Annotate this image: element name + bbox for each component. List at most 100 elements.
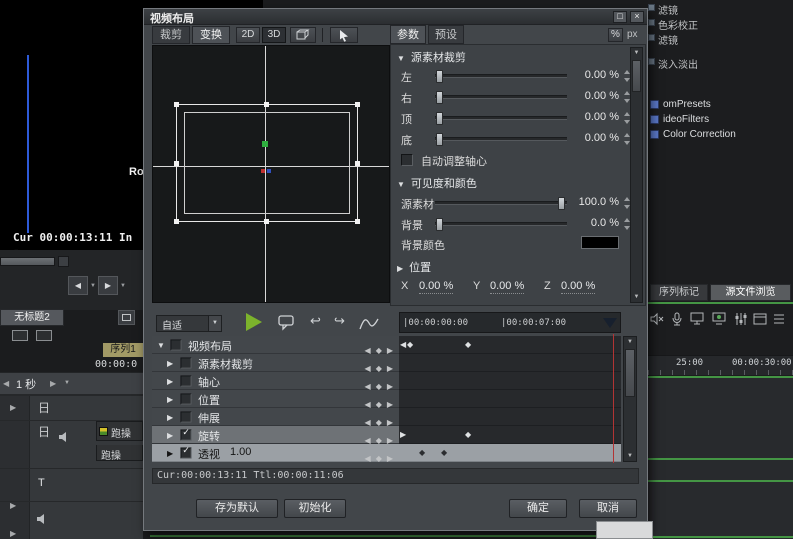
mixer-icon[interactable] <box>734 312 750 328</box>
handle[interactable] <box>174 102 179 107</box>
unit-percent-button[interactable]: % <box>608 28 623 42</box>
keyframe-icon[interactable]: ◀ <box>400 340 406 349</box>
speaker-icon[interactable] <box>58 429 70 447</box>
row-checkbox[interactable] <box>180 393 192 405</box>
expander-icon[interactable]: ▶ <box>167 431 173 440</box>
expander-icon[interactable]: ▶ <box>167 449 173 458</box>
scrollbar-thumb[interactable] <box>625 349 635 397</box>
section-position[interactable]: ▶ 位置 <box>397 259 431 275</box>
undo-button[interactable]: ↩ <box>310 313 321 329</box>
timescale-row[interactable]: ◀ 1 秒 ▶ ▼ <box>0 373 143 395</box>
rows-scrollbar[interactable]: ▼ ▼ <box>623 336 637 462</box>
row-checkbox[interactable] <box>180 375 192 387</box>
close-button[interactable]: × <box>630 11 644 23</box>
effect-item[interactable]: 色彩校正 <box>658 17 698 32</box>
timescale-plus-icon[interactable]: ▶ <box>50 379 56 388</box>
slider-value[interactable]: 0.00 % <box>559 111 619 123</box>
maximize-button[interactable]: □ <box>613 11 627 23</box>
bg-color-swatch[interactable] <box>581 236 619 249</box>
list-icon[interactable] <box>772 312 788 328</box>
video-track-label[interactable]: 日 <box>38 423 50 440</box>
slider-value[interactable]: 0.0 % <box>559 217 619 229</box>
step-back-dropdown-icon[interactable]: ▼ <box>90 283 96 289</box>
keyframe-icon[interactable]: ◆ <box>407 340 413 349</box>
step-back-button[interactable]: ◀ <box>68 276 88 295</box>
tab-source-browser[interactable]: 源文件浏览 <box>710 284 791 301</box>
handle[interactable] <box>355 219 360 224</box>
crop-top-slider[interactable] <box>435 112 567 125</box>
tree-item[interactable]: Color Correction <box>663 129 736 140</box>
monitor-active-icon[interactable] <box>712 312 728 328</box>
axis-value[interactable]: 0.00 % <box>419 280 454 294</box>
collapse-icon[interactable]: ▼ <box>397 180 405 189</box>
slider-value[interactable]: 0.00 % <box>559 90 619 102</box>
panel-button[interactable] <box>118 310 135 325</box>
section-source-crop[interactable]: ▼ 源素材裁剪 <box>397 49 466 65</box>
video-track-label[interactable]: 日 <box>38 399 50 416</box>
keyframe-ruler[interactable]: |00:00:00:00 |00:00:07:00 <box>399 312 621 333</box>
speaker-mute-icon[interactable] <box>650 312 666 328</box>
tab-presets[interactable]: 预设 <box>428 25 464 44</box>
microphone-icon[interactable] <box>670 312 686 328</box>
keyframe-track[interactable]: ◆ ◆ <box>399 444 621 462</box>
unit-pixel-button[interactable]: px <box>627 29 638 40</box>
axis-value[interactable]: 0.00 % <box>561 280 596 294</box>
scroll-down-icon[interactable]: ▼ <box>624 453 636 459</box>
panel-icon[interactable] <box>753 312 769 328</box>
curve-editor-button[interactable] <box>359 316 379 336</box>
tab-sequence-marker[interactable]: 序列标记 <box>650 284 708 301</box>
keyframe-track[interactable] <box>399 408 621 426</box>
ok-button[interactable]: 确定 <box>509 499 567 518</box>
row-checkbox[interactable] <box>170 339 182 351</box>
sequence-label[interactable]: 序列1 <box>103 343 143 357</box>
keyframe-icon[interactable]: ◆ <box>465 340 471 349</box>
tree-item[interactable]: omPresets <box>663 99 711 110</box>
keyframe-icon[interactable]: ▶ <box>400 430 406 439</box>
expander-icon[interactable]: ▶ <box>167 359 173 368</box>
monitor-mode2-icon[interactable] <box>36 330 52 341</box>
timeline-clip[interactable]: 跑操 <box>96 445 143 462</box>
track-expand-icon[interactable]: ▶ <box>10 529 16 538</box>
mode-3d-button[interactable]: 3D <box>262 27 286 43</box>
select-cursor-button[interactable] <box>330 27 358 43</box>
sequence-tab-untitled2[interactable]: 无标题2 <box>0 309 64 326</box>
effect-item[interactable]: 淡入淡出 <box>658 56 698 71</box>
crop-bottom-slider[interactable] <box>435 133 567 146</box>
crop-inner-rect[interactable] <box>184 112 350 214</box>
keyframe-icon[interactable]: ◆ <box>441 448 447 457</box>
zoom-dropdown-icon[interactable]: ▼ <box>208 316 221 331</box>
scroll-down-icon[interactable]: ▼ <box>631 294 642 300</box>
tab-transform[interactable]: 变换 <box>192 26 230 44</box>
keyframe-track[interactable]: ◀ ◆ ◆ <box>399 336 621 354</box>
row-label-area[interactable]: ▶ 位置 ◀ ◆ ▶ <box>152 390 399 409</box>
row-value[interactable]: 1.00 <box>230 446 251 458</box>
handle[interactable] <box>264 102 269 107</box>
dialog-title-bar[interactable]: 视频布局 □ × <box>144 9 647 25</box>
keyframe-track[interactable] <box>399 390 621 408</box>
anchor-handle[interactable] <box>262 141 268 147</box>
next-keyframe-button[interactable]: ▶ <box>387 454 393 463</box>
row-label-area[interactable]: ▶ 伸展 ◀ ◆ ▶ <box>152 408 399 427</box>
axis-value[interactable]: 0.00 % <box>490 280 525 294</box>
source-opacity-slider[interactable] <box>435 197 567 210</box>
slider-value[interactable]: 0.00 % <box>559 132 619 144</box>
add-keyframe-button[interactable]: ◆ <box>376 454 382 463</box>
timeline-clip[interactable]: 跑操 <box>96 421 143 441</box>
playhead-marker[interactable] <box>603 318 617 328</box>
section-visibility[interactable]: ▼ 可见度和颜色 <box>397 175 477 191</box>
handle[interactable] <box>174 161 179 166</box>
redo-button[interactable]: ↪ <box>334 313 345 329</box>
row-label-area[interactable]: ▶ 轴心 ◀ ◆ ▶ <box>152 372 399 391</box>
monitor-mode-icon[interactable] <box>12 330 28 341</box>
expander-icon[interactable]: ▼ <box>157 341 165 350</box>
scroll-up-icon[interactable]: ▼ <box>631 50 642 56</box>
row-label-area[interactable]: ▼ 视频布局 ◀ ◆ ▶ <box>152 336 399 355</box>
scroll-up-icon[interactable]: ▼ <box>624 339 636 345</box>
expander-icon[interactable]: ▶ <box>167 377 173 386</box>
tree-item[interactable]: ideoFilters <box>663 114 709 125</box>
row-label-area[interactable]: ▶ ✓ 透视 1.00 ◀ ◆ ▶ <box>152 444 399 463</box>
background-opacity-slider[interactable] <box>435 218 567 231</box>
handle[interactable] <box>264 219 269 224</box>
keyframe-track[interactable]: ▶ ◆ <box>399 426 621 444</box>
slider-value[interactable]: 100.0 % <box>559 196 619 208</box>
